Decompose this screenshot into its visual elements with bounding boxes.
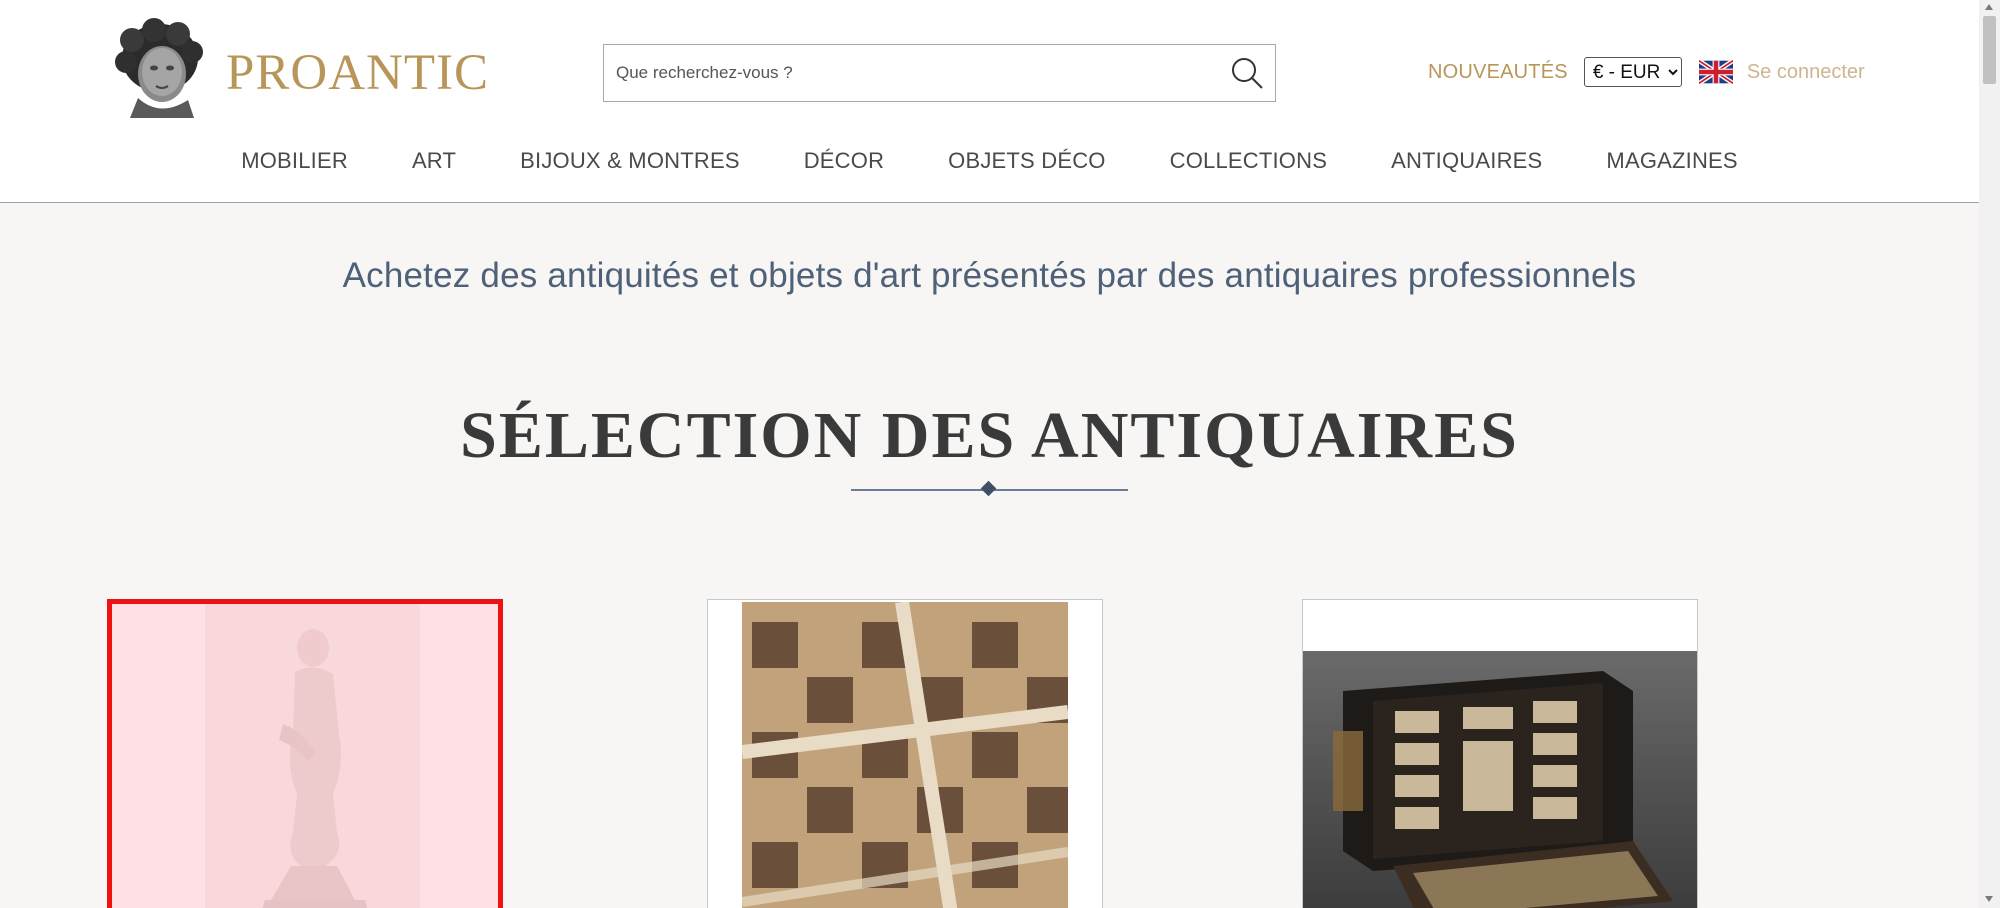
login-link[interactable]: Se connecter	[1747, 61, 1865, 84]
scrollbar-thumb[interactable]	[1983, 16, 1996, 84]
divider-diamond-icon	[980, 480, 997, 497]
nav-item-objets-deco[interactable]: OBJETS DÉCO	[948, 148, 1105, 174]
nav-item-magazines[interactable]: MAGAZINES	[1606, 148, 1737, 174]
tagline: Achetez des antiquités et objets d'art p…	[342, 256, 1637, 295]
page-scrollbar[interactable]	[1979, 0, 2000, 908]
header-actions: NOUVEAUTÉS € - EUR Se connecter	[1428, 56, 1865, 88]
nav-item-collections[interactable]: COLLECTIONS	[1170, 148, 1327, 174]
scroll-up-arrow-icon[interactable]	[1985, 4, 1993, 10]
search-input[interactable]	[604, 45, 1219, 101]
nav-item-mobilier[interactable]: MOBILIER	[241, 148, 348, 174]
product-card-parquet[interactable]	[707, 599, 1103, 908]
section-title: SÉLECTION DES ANTIQUAIRES	[460, 399, 1519, 472]
search-button[interactable]	[1219, 45, 1275, 101]
currency-select[interactable]: € - EUR	[1583, 57, 1682, 87]
search-bar	[603, 44, 1276, 102]
brand-name[interactable]: PROANTIC	[226, 44, 489, 102]
cherub-bust-logo-icon	[115, 18, 203, 118]
nav-item-antiquaires[interactable]: ANTIQUAIRES	[1391, 148, 1542, 174]
nav-item-decor[interactable]: DÉCOR	[804, 148, 884, 174]
main-nav: MOBILIER ART BIJOUX & MONTRES DÉCOR OBJE…	[0, 148, 1979, 174]
selection-overlay	[112, 604, 498, 908]
cabinet-image[interactable]	[1303, 651, 1697, 908]
uk-flag-icon[interactable]	[1698, 59, 1733, 85]
logo[interactable]: PROANTIC	[110, 18, 489, 122]
product-card-cabinet[interactable]	[1302, 599, 1698, 908]
cabinet-illustration	[1333, 671, 1673, 908]
nav-item-bijoux-montres[interactable]: BIJOUX & MONTRES	[520, 148, 740, 174]
scroll-down-arrow-icon[interactable]	[1985, 896, 1993, 902]
parquet-image[interactable]	[742, 602, 1068, 908]
nav-item-art[interactable]: ART	[412, 148, 456, 174]
new-arrivals-link[interactable]: NOUVEAUTÉS	[1428, 61, 1568, 84]
product-card-statue[interactable]	[107, 599, 503, 908]
site-header: PROANTIC NOUVEAUTÉS € - EUR Se connecter…	[0, 0, 1979, 203]
search-icon	[1232, 58, 1263, 89]
